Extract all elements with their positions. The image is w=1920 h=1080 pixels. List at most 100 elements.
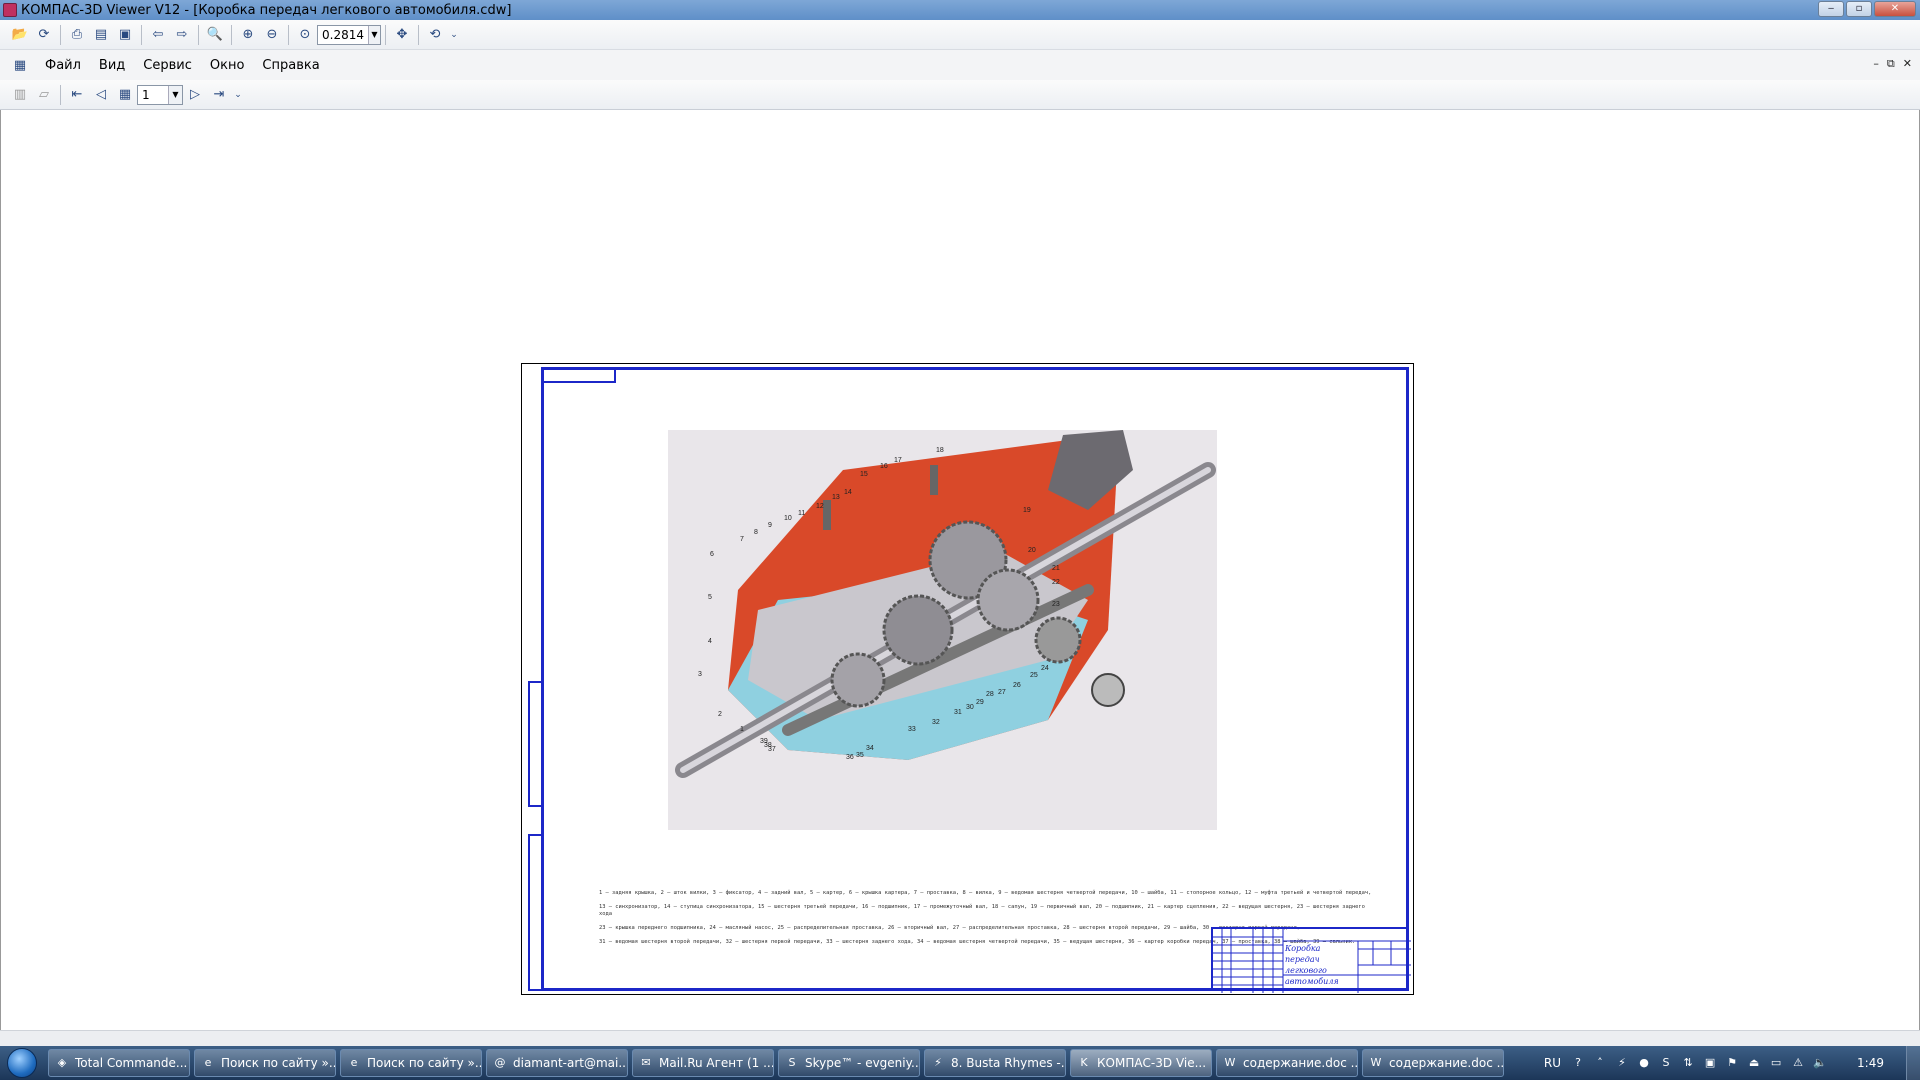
taskbar-button[interactable]: e Поиск по сайту »... [340,1049,482,1077]
legend-line: 1 – задняя крышка, 2 – шток вилки, 3 – ф… [599,890,1372,896]
taskbar-button[interactable]: @ diamant-art@mai... [486,1049,628,1077]
document-workspace[interactable]: 1 2 3 4 5 6 7 8 9 10 11 12 13 14 15 16 17 18 19 20 21 22 23 24 2… [0,110,1920,1030]
network-tray-icon[interactable]: ⇅ [1680,1055,1696,1071]
skype-tray-icon[interactable]: S [1658,1055,1674,1071]
callout-number: 17 [894,457,902,464]
zoom-fit-icon[interactable]: ⊙ [295,25,315,45]
callout-number: 11 [798,510,805,517]
callout-number: 2 [718,711,722,718]
language-indicator[interactable]: RU [1544,1056,1561,1070]
minimize-button[interactable]: ‒ [1818,1,1844,17]
window-titlebar[interactable]: КОМПАС-3D Viewer V12 - [Коробка передач … [0,0,1920,20]
callout-number: 4 [708,638,712,645]
last-page-icon[interactable]: ⇥ [209,85,229,105]
zoom-window-icon[interactable]: 🔍 [205,25,225,45]
drawing-sheet[interactable]: 1 2 3 4 5 6 7 8 9 10 11 12 13 14 15 16 17 18 19 20 21 22 23 24 2… [521,363,1414,995]
open-folder-icon[interactable]: 📂 [10,25,30,45]
menu-service[interactable]: Сервис [134,58,201,73]
mailru-agent-icon: ✉ [641,1056,651,1069]
maximize-button[interactable]: ▫ [1846,1,1872,17]
menu-help[interactable]: Справка [253,58,328,73]
taskbar-button[interactable]: ⚡ 8. Busta Rhymes -... [924,1049,1066,1077]
show-desktop-button[interactable] [1906,1046,1920,1080]
page-value[interactable]: 1 [138,88,168,102]
callout-number: 32 [932,719,940,726]
callout-number: 27 [998,689,1006,696]
print-preview-icon[interactable]: ▤ [91,25,111,45]
menu-view[interactable]: Вид [90,58,134,73]
layer-icon[interactable]: ▥ [10,85,30,105]
doc-restore-button[interactable]: ⧉ [1887,57,1895,71]
doc-minimize-button[interactable]: – [1873,57,1879,71]
zoom-combo[interactable]: 0.2814 ▼ [317,24,381,45]
taskbar-button-label: КОМПАС-3D Vie... [1097,1056,1207,1070]
close-button[interactable]: ✕ [1874,1,1916,17]
callout-number: 26 [1013,682,1021,689]
toolbar-separator [60,84,61,105]
status-bar [0,1030,1920,1046]
previous-page-icon[interactable]: ◁ [91,85,111,105]
clock[interactable]: 1:49 [1857,1056,1884,1070]
callout-number: 15 [860,471,868,478]
gear [1034,616,1082,664]
word-icon: W [1370,1056,1382,1069]
page-setup-icon[interactable]: ▣ [115,25,135,45]
taskbar-button-label: содержание.doc ... [1243,1056,1358,1070]
safely-remove-icon[interactable]: ⏏ [1746,1055,1762,1071]
callout-number: 10 [784,515,792,522]
volume-icon[interactable]: 🔈 [1812,1055,1828,1071]
next-page-icon[interactable]: ▷ [185,85,205,105]
winamp-tray-icon[interactable]: ⚡ [1614,1055,1630,1071]
zoom-value[interactable]: 0.2814 [318,28,368,42]
all-pages-icon[interactable]: ▦ [115,85,135,105]
callout-number: 20 [1028,547,1036,554]
eraser-icon[interactable]: ▱ [34,85,54,105]
taskbar-button[interactable]: ◈ Total Commande... [48,1049,190,1077]
top-left-stamp [541,367,616,383]
chevron-down-icon[interactable]: ▼ [368,25,380,44]
taskbar-button[interactable]: S Skype™ - evgeniy... [778,1049,920,1077]
toolbar-separator [385,24,386,45]
callout-number: 23 [1052,601,1060,608]
menu-window[interactable]: Окно [201,58,254,73]
back-arrow-icon[interactable]: ⇦ [148,25,168,45]
action-center-icon[interactable]: ⚑ [1724,1055,1740,1071]
chevron-down-icon[interactable]: ▼ [168,85,182,104]
taskbar-button[interactable]: K КОМПАС-3D Vie... [1070,1049,1212,1077]
monitor-tray-icon[interactable]: ▭ [1768,1055,1784,1071]
taskbar-button[interactable]: Wсодержание.doc ... [1216,1049,1358,1077]
callout-number: 36 [846,754,854,761]
refresh-view-icon[interactable]: ⟲ [425,25,445,45]
toolbar-overflow-icon[interactable]: ⌄ [233,85,243,105]
mailru-tray-icon[interactable]: ● [1636,1055,1652,1071]
power-tray-icon[interactable]: ⚠ [1790,1055,1806,1071]
reload-icon[interactable]: ⟳ [34,25,54,45]
menu-file[interactable]: Файл [36,58,90,73]
kompas-app-icon[interactable] [3,3,17,17]
doc-close-button[interactable]: ✕ [1903,57,1912,71]
taskbar-button-label: содержание.doc ... [1389,1056,1504,1070]
toolbar-overflow-icon[interactable]: ⌄ [449,25,459,45]
windows-orb-icon[interactable] [7,1048,37,1078]
print-icon[interactable]: ⎙ [67,25,87,45]
taskbar-button[interactable]: ✉ Mail.Ru Агент (1 ... [632,1049,774,1077]
callout-number: 9 [768,522,772,529]
first-page-icon[interactable]: ⇤ [67,85,87,105]
mail-icon: @ [494,1056,506,1069]
zoom-out-icon[interactable]: ⊖ [262,25,282,45]
device-tray-icon[interactable]: ▣ [1702,1055,1718,1071]
zoom-in-icon[interactable]: ⊕ [238,25,258,45]
gear [882,594,954,666]
pan-icon[interactable]: ✥ [392,25,412,45]
forward-arrow-icon[interactable]: ⇨ [172,25,192,45]
callout-number: 25 [1030,672,1038,679]
help-icon[interactable]: ? [1570,1055,1586,1071]
callout-number: 24 [1041,665,1049,672]
taskbar-tasks: ◈ Total Commande... e Поиск по сайту »... e П… [44,1049,1504,1077]
taskbar-button[interactable]: e Поиск по сайту »... [194,1049,336,1077]
taskbar-button-label: Поиск по сайту »... [367,1056,482,1070]
start-button[interactable] [0,1046,44,1080]
page-combo[interactable]: 1 ▼ [137,84,183,105]
tray-chevron-icon[interactable]: ˄ [1592,1055,1608,1071]
taskbar-button[interactable]: Wсодержание.doc ... [1362,1049,1504,1077]
